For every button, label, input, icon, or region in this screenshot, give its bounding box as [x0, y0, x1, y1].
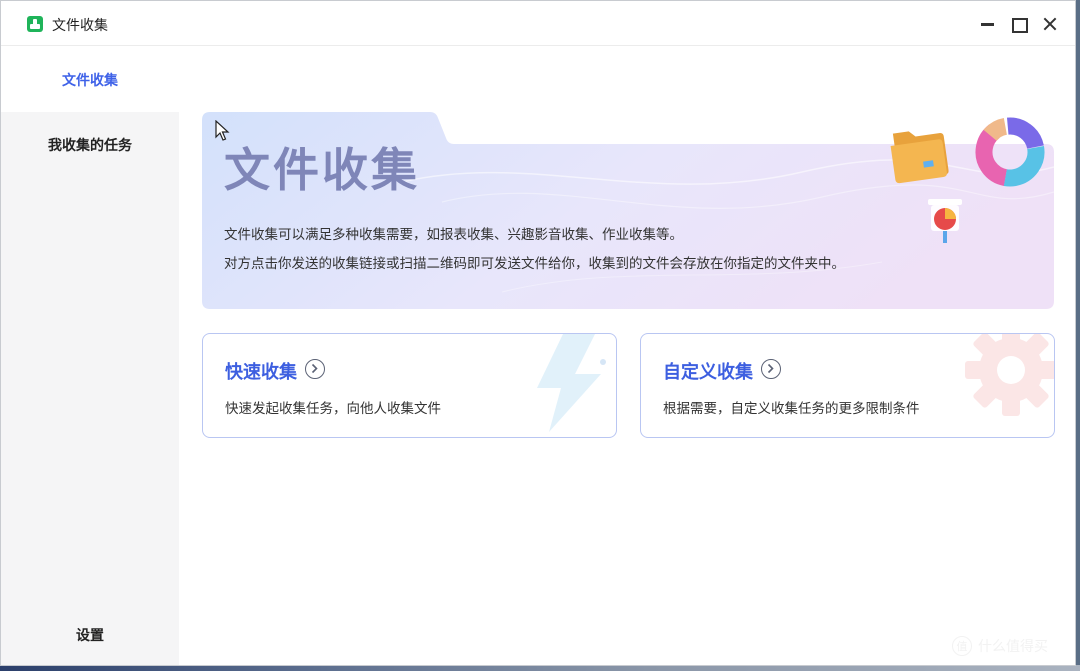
- app-window: 文件收集 文件收集 我收集的任务 设置 文件收集 文件收集可以满足多种收集需要，…: [0, 0, 1076, 666]
- sidebar-item-file-collect[interactable]: 文件收集: [1, 47, 179, 112]
- quick-collect-card[interactable]: 快速收集 快速发起收集任务，向他人收集文件: [202, 333, 617, 438]
- sidebar-item-label: 文件收集: [62, 72, 118, 89]
- app-logo-icon: [27, 16, 43, 32]
- banner-description-line-1: 文件收集可以满足多种收集需要，如报表收集、兴趣影音收集、作业收集等。: [224, 227, 683, 243]
- sidebar: 文件收集 我收集的任务 设置: [1, 47, 179, 665]
- card-description: 快速发起收集任务，向他人收集文件: [225, 401, 441, 417]
- lightning-icon: [537, 334, 606, 432]
- sidebar-item-label: 我收集的任务: [48, 137, 132, 154]
- mouse-cursor-icon: [215, 120, 230, 141]
- maximize-button[interactable]: [1007, 13, 1029, 35]
- card-description: 根据需要，自定义收集任务的更多限制条件: [663, 401, 920, 417]
- custom-collect-card[interactable]: 自定义收集 根据需要，自定义收集任务的更多限制条件: [640, 333, 1055, 438]
- watermark-badge-icon: 值: [952, 636, 972, 656]
- card-title: 自定义收集: [663, 362, 753, 383]
- intro-banner: 文件收集 文件收集可以满足多种收集需要，如报表收集、兴趣影音收集、作业收集等。 …: [202, 112, 1054, 309]
- window-title: 文件收集: [52, 18, 108, 34]
- chevron-right-icon[interactable]: [761, 359, 781, 379]
- gear-icon: [965, 334, 1054, 416]
- sidebar-item-label: 设置: [76, 627, 104, 644]
- title-bar[interactable]: 文件收集: [1, 1, 1075, 46]
- banner-title: 文件收集: [224, 143, 420, 197]
- close-button[interactable]: [1039, 13, 1061, 35]
- banner-description-line-2: 对方点击你发送的收集链接或扫描二维码即可发送文件给你，收集到的文件会存放在你指定…: [224, 256, 845, 272]
- chevron-right-icon[interactable]: [305, 359, 325, 379]
- sidebar-item-my-tasks[interactable]: 我收集的任务: [1, 112, 179, 177]
- sidebar-item-settings[interactable]: 设置: [1, 602, 179, 665]
- watermark-text: 什么值得买: [978, 639, 1048, 655]
- minimize-button[interactable]: [976, 13, 998, 35]
- card-title: 快速收集: [225, 362, 297, 383]
- watermark: 值 什么值得买: [952, 636, 1048, 656]
- main-content: 文件收集 文件收集可以满足多种收集需要，如报表收集、兴趣影音收集、作业收集等。 …: [179, 47, 1075, 665]
- folder-icon: [890, 131, 949, 184]
